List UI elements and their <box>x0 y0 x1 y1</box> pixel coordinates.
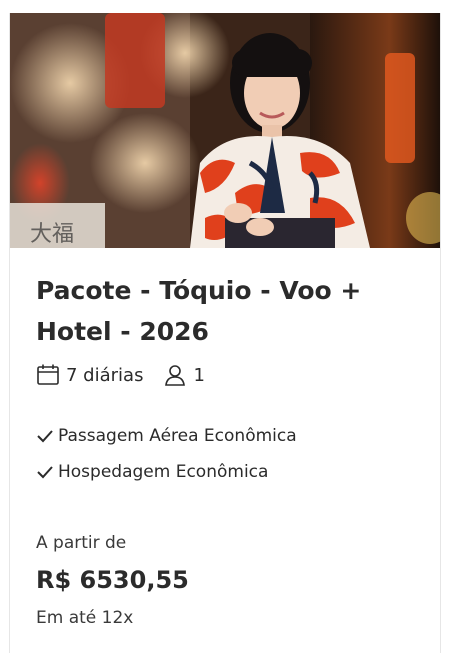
package-card[interactable]: 大福 Pacote - Tóquio - Voo + Hotel - 2026 … <box>9 13 441 653</box>
price-block: A partir de R$ 6530,55 Em até 12x <box>36 530 414 630</box>
feature-label: Hospedagem Econômica <box>58 462 269 482</box>
svg-text:大福: 大福 <box>30 222 74 247</box>
price-from-label: A partir de <box>36 533 127 553</box>
package-meta: 7 diárias 1 <box>36 360 414 390</box>
feature-list: Passagem Aérea Econômica Hospedagem Econ… <box>36 418 414 490</box>
calendar-icon <box>36 363 60 387</box>
feature-label: Passagem Aérea Econômica <box>58 426 297 446</box>
nights-count: 7 diárias <box>66 364 144 386</box>
travelers-count: 1 <box>193 364 205 386</box>
check-icon <box>36 463 58 481</box>
person-icon <box>163 363 187 387</box>
feature-item: Hospedagem Econômica <box>36 454 414 490</box>
destination-photo[interactable]: 大福 <box>10 13 440 248</box>
package-title[interactable]: Pacote - Tóquio - Voo + Hotel - 2026 <box>36 270 406 352</box>
feature-item: Passagem Aérea Econômica <box>36 418 414 454</box>
price-value: R$ 6530,55 <box>36 566 189 594</box>
installments-label: Em até 12x <box>36 608 134 628</box>
check-icon <box>36 427 58 445</box>
